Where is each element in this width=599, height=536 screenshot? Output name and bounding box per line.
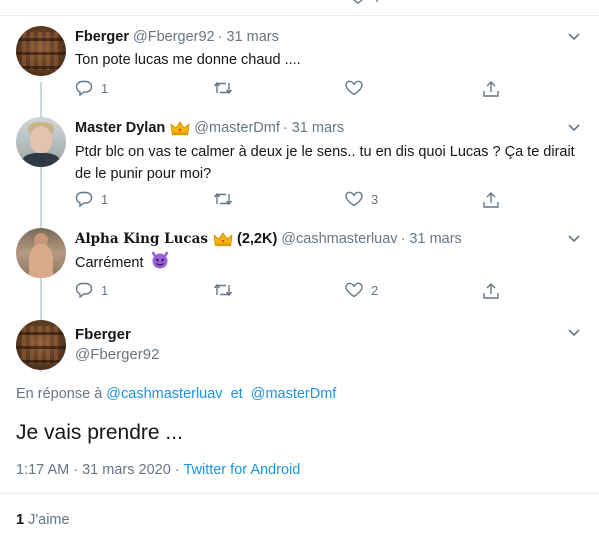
retweet-button[interactable] <box>213 191 233 207</box>
tweet-source-link[interactable]: Twitter for Android <box>183 462 300 478</box>
reply-context: En réponse à @cashmasterluav et @masterD… <box>16 386 336 402</box>
likes-stat[interactable]: 1 J'aime <box>16 512 70 528</box>
tweet-text-content: Carrément <box>75 255 144 271</box>
divider <box>0 15 599 16</box>
tweet-actions: 1 <box>75 80 505 98</box>
divider <box>0 493 599 494</box>
share-icon <box>483 283 499 299</box>
user-handle[interactable]: @Fberger92 <box>133 29 215 45</box>
retweet-icon <box>213 81 233 95</box>
heart-icon <box>345 80 363 96</box>
heart-icon <box>345 282 363 298</box>
share-button[interactable] <box>482 282 500 300</box>
display-name[interactable]: Fberger <box>75 326 131 343</box>
likes-count: 1 <box>16 512 25 528</box>
reply-to-label: En réponse à <box>16 386 103 402</box>
count-tick-icon <box>376 0 378 2</box>
like-count: 2 <box>371 282 379 298</box>
chevron-down-icon[interactable] <box>567 234 581 244</box>
chevron-down-icon[interactable] <box>567 32 581 42</box>
tweet-text: Ptdr blc on vas te calmer à deux je le s… <box>75 144 575 182</box>
tweet-date[interactable]: 31 mars <box>292 120 344 136</box>
tweet-header: Fberger @Fberger92 · 31 mars <box>75 29 279 45</box>
reply-count: 1 <box>101 191 109 207</box>
tweet-actions: 1 3 <box>75 191 505 209</box>
separator-dot: · <box>400 231 406 247</box>
reply-count: 1 <box>101 282 109 298</box>
share-icon <box>483 192 499 208</box>
tweet-header: Master Dylan @masterDmf · 31 mars <box>75 120 344 136</box>
avatar[interactable] <box>16 320 66 370</box>
tweet-text: Ton pote lucas me donne chaud .... <box>75 52 301 68</box>
share-icon <box>483 81 499 97</box>
tweet-time[interactable]: 1:17 AM <box>16 462 69 478</box>
chevron-down-icon[interactable] <box>567 123 581 133</box>
avatar[interactable] <box>16 117 66 167</box>
tweet-header: Alpha King Lucas (2,2K) @cashmasterluav … <box>75 231 462 247</box>
display-name[interactable]: Master Dylan <box>75 120 165 136</box>
tweet-text: Carrément <box>75 250 585 274</box>
reply-count: 1 <box>101 80 109 96</box>
share-button[interactable] <box>482 191 500 209</box>
tweet-text: Je vais prendre ... <box>16 421 183 444</box>
reply-to-separator: et <box>230 386 243 402</box>
crown-emoji-icon <box>170 120 190 135</box>
retweet-button[interactable] <box>213 80 233 96</box>
tweet-date[interactable]: 31 mars 2020 <box>82 462 171 478</box>
separator-dot: · <box>282 120 288 136</box>
crown-emoji-icon <box>213 231 233 246</box>
mention-link[interactable]: @masterDmf <box>251 386 337 402</box>
separator-dot: · <box>217 29 223 45</box>
previous-tweet-actions <box>0 0 599 6</box>
like-button[interactable]: 3 <box>345 191 378 207</box>
display-name[interactable]: Fberger <box>75 29 129 45</box>
smiling-imp-emoji-icon <box>151 251 168 269</box>
user-handle[interactable]: @Fberger92 <box>75 346 159 363</box>
reply-button[interactable]: 1 <box>75 80 108 96</box>
tweet-date[interactable]: 31 mars <box>226 29 278 45</box>
heart-icon[interactable] <box>349 0 367 4</box>
likes-label: J'aime <box>28 512 70 528</box>
reply-icon <box>75 282 93 298</box>
reply-icon <box>75 80 93 96</box>
reply-button[interactable]: 1 <box>75 191 108 207</box>
mention-link[interactable]: @cashmasterluav <box>106 386 222 402</box>
avatar[interactable] <box>16 26 66 76</box>
tweet-date[interactable]: 31 mars <box>409 231 461 247</box>
user-handle[interactable]: @masterDmf <box>194 120 280 136</box>
retweet-button[interactable] <box>213 282 233 298</box>
user-handle[interactable]: @cashmasterluav <box>281 231 397 247</box>
display-name[interactable]: Alpha King Lucas <box>75 231 208 247</box>
separator-dot: · <box>174 462 180 478</box>
tweet-actions: 1 2 <box>75 282 505 300</box>
chevron-down-icon[interactable] <box>567 328 581 338</box>
avatar[interactable] <box>16 228 66 278</box>
reply-button[interactable]: 1 <box>75 282 108 298</box>
like-count: 3 <box>371 191 379 207</box>
reply-icon <box>75 191 93 207</box>
follower-count: (2,2K) <box>237 231 278 247</box>
heart-icon <box>345 191 363 207</box>
separator-dot: · <box>73 462 79 478</box>
retweet-icon <box>213 283 233 297</box>
like-button[interactable]: 2 <box>345 282 378 298</box>
share-button[interactable] <box>482 80 500 98</box>
like-button[interactable] <box>345 80 363 96</box>
tweet-meta: 1:17 AM · 31 mars 2020 · Twitter for And… <box>16 462 300 478</box>
retweet-icon <box>213 192 233 206</box>
